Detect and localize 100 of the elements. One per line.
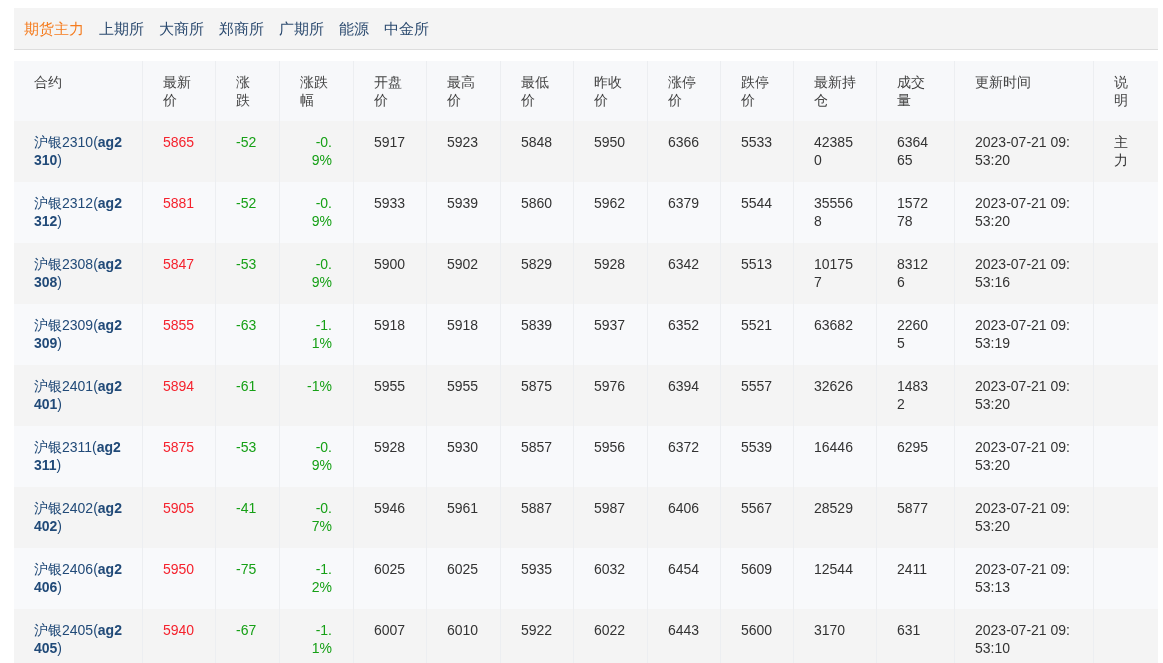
table-cell: 6406 bbox=[668, 499, 700, 517]
table-cell: 5567 bbox=[741, 499, 773, 517]
column-header: 最高价 bbox=[447, 73, 476, 109]
table-cell: 6025 bbox=[447, 560, 479, 578]
table-cell: 5946 bbox=[374, 499, 406, 517]
change-percent-cell-text: -0.9% bbox=[310, 255, 332, 292]
table-cell: 5928 bbox=[594, 255, 626, 273]
table-cell: 3170 bbox=[814, 621, 846, 639]
change-percent-cell-text: -0.7% bbox=[310, 499, 332, 536]
table-cell-text: 14832 bbox=[897, 377, 930, 413]
contract-link[interactable]: 沪银2310(ag2310) bbox=[34, 133, 124, 169]
exchange-tab[interactable]: 能源 bbox=[339, 19, 369, 39]
change-cell: -52 bbox=[236, 133, 257, 151]
table-cell: 5933 bbox=[374, 194, 406, 212]
table-cell: 5918 bbox=[447, 316, 479, 334]
table-cell: 63682 bbox=[814, 316, 853, 334]
table-cell: 5533 bbox=[741, 133, 773, 151]
contract-link[interactable]: 沪银2311(ag2311) bbox=[34, 438, 124, 474]
table-cell: 5930 bbox=[447, 438, 479, 456]
table-cell: 5557 bbox=[741, 377, 773, 395]
change-percent-cell-text: -0.9% bbox=[310, 133, 332, 170]
table-cell: 5877 bbox=[897, 499, 929, 517]
table-cell: 6022 bbox=[594, 621, 626, 639]
exchange-tab[interactable]: 大商所 bbox=[159, 19, 204, 39]
change-percent-cell-text: -1.1% bbox=[310, 316, 332, 353]
change-percent-cell-text: -1.1% bbox=[310, 621, 332, 658]
change-percent-cell-text: -0.9% bbox=[310, 438, 332, 475]
change-percent-cell-text: -0.9% bbox=[310, 194, 332, 231]
contract-link[interactable]: 沪银2309(ag2309) bbox=[34, 316, 124, 352]
change-cell: -61 bbox=[236, 377, 257, 395]
table-cell: 6025 bbox=[374, 560, 406, 578]
table-cell: 6454 bbox=[668, 560, 700, 578]
table-cell-text: 423850 bbox=[814, 133, 854, 169]
contract-link[interactable]: 沪银2401(ag2401) bbox=[34, 377, 124, 413]
column-header: 跌停价 bbox=[741, 73, 770, 109]
table-cell: 6352 bbox=[668, 316, 700, 334]
column-header: 最新持仓 bbox=[814, 73, 857, 109]
table-cell: 5902 bbox=[447, 255, 479, 273]
table-cell: 12544 bbox=[814, 560, 853, 578]
table-cell: 5987 bbox=[594, 499, 626, 517]
table-cell: 5544 bbox=[741, 194, 773, 212]
table-cell: 5521 bbox=[741, 316, 773, 334]
table-cell: 5955 bbox=[447, 377, 479, 395]
last-price-cell: 5865 bbox=[163, 133, 195, 151]
table-cell: 5829 bbox=[521, 255, 553, 273]
table-cell: 5539 bbox=[741, 438, 773, 456]
last-price-cell: 5905 bbox=[163, 499, 195, 517]
table-cell: 5513 bbox=[741, 255, 773, 273]
table-cell-text: 22605 bbox=[897, 316, 930, 352]
table-cell-text: 355568 bbox=[814, 194, 854, 230]
contract-link[interactable]: 沪银2312(ag2312) bbox=[34, 194, 124, 230]
contract-link[interactable]: 沪银2405(ag2405) bbox=[34, 621, 124, 657]
table-cell: 6295 bbox=[897, 438, 929, 456]
change-cell: -63 bbox=[236, 316, 257, 334]
change-percent-cell-text: -1.2% bbox=[310, 560, 332, 597]
table-cell-text: 2023-07-21 09:53:16 bbox=[975, 255, 1071, 291]
table-cell: 6007 bbox=[374, 621, 406, 639]
last-price-cell: 5894 bbox=[163, 377, 195, 395]
column-header: 涨跌 bbox=[236, 73, 251, 109]
contract-link[interactable]: 沪银2308(ag2308) bbox=[34, 255, 124, 291]
exchange-tab[interactable]: 郑商所 bbox=[219, 19, 264, 39]
column-header: 昨收价 bbox=[594, 73, 623, 109]
table-cell: 5939 bbox=[447, 194, 479, 212]
contract-link[interactable]: 沪银2406(ag2406) bbox=[34, 560, 124, 596]
table-cell: 6366 bbox=[668, 133, 700, 151]
table-cell-text: 2023-07-21 09:53:10 bbox=[975, 621, 1071, 657]
table-cell-text: 2023-07-21 09:53:20 bbox=[975, 194, 1071, 230]
last-price-cell: 5950 bbox=[163, 560, 195, 578]
table-cell: 5956 bbox=[594, 438, 626, 456]
table-cell: 5950 bbox=[594, 133, 626, 151]
exchange-tab[interactable]: 广期所 bbox=[279, 19, 324, 39]
last-price-cell: 5855 bbox=[163, 316, 195, 334]
table-cell: 6443 bbox=[668, 621, 700, 639]
table-cell-text: 101757 bbox=[814, 255, 854, 291]
change-cell: -75 bbox=[236, 560, 257, 578]
table-cell-text: 2023-07-21 09:53:20 bbox=[975, 438, 1071, 474]
exchange-tab[interactable]: 中金所 bbox=[384, 19, 429, 39]
table-cell: 5600 bbox=[741, 621, 773, 639]
table-cell: 5922 bbox=[521, 621, 553, 639]
table-cell-text: 2023-07-21 09:53:20 bbox=[975, 377, 1071, 413]
table-cell: 6372 bbox=[668, 438, 700, 456]
table-cell: 5857 bbox=[521, 438, 553, 456]
contract-link[interactable]: 沪银2402(ag2402) bbox=[34, 499, 124, 535]
exchange-tab[interactable]: 上期所 bbox=[99, 19, 144, 39]
table-cell-text: 主力 bbox=[1114, 133, 1129, 169]
table-cell: 5923 bbox=[447, 133, 479, 151]
table-cell: 6394 bbox=[668, 377, 700, 395]
change-cell: -53 bbox=[236, 438, 257, 456]
table-cell: 6010 bbox=[447, 621, 479, 639]
table-cell: 5962 bbox=[594, 194, 626, 212]
table-cell: 631 bbox=[897, 621, 921, 639]
table-cell-text: 83126 bbox=[897, 255, 930, 291]
column-header: 涨停价 bbox=[668, 73, 697, 109]
column-header: 更新时间 bbox=[975, 73, 1031, 91]
last-price-cell: 5875 bbox=[163, 438, 195, 456]
table-cell: 5937 bbox=[594, 316, 626, 334]
column-header: 开盘价 bbox=[374, 73, 403, 109]
table-cell-text: 636465 bbox=[897, 133, 930, 169]
column-header: 成交量 bbox=[897, 73, 926, 109]
column-header: 合约 bbox=[34, 73, 62, 91]
